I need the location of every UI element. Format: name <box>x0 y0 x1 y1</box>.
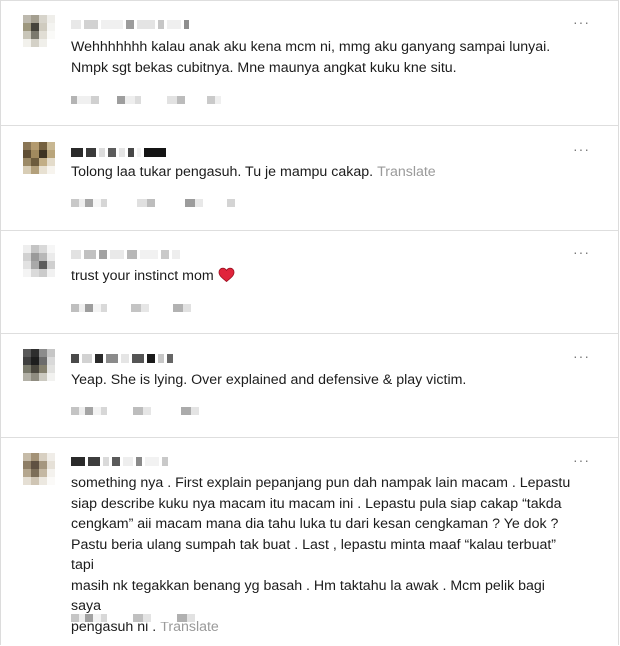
comment-item: ··· Wehhhhhhh kalau anak aku kena mcm ni… <box>1 0 618 126</box>
author-name[interactable] <box>71 247 180 261</box>
author-name[interactable] <box>71 351 173 365</box>
comment-actions[interactable] <box>71 611 195 625</box>
avatar[interactable] <box>23 453 55 485</box>
comment-text: Yeap. She is lying. Over explained and d… <box>71 370 578 391</box>
comment-item: ··· Yeap. She is lying. Over explained a… <box>1 334 618 438</box>
avatar[interactable] <box>23 142 55 174</box>
avatar[interactable] <box>23 245 55 277</box>
comment-actions[interactable] <box>71 93 221 107</box>
comment-text: Wehhhhhhh kalau anak aku kena mcm ni, mm… <box>71 37 578 78</box>
more-options-button[interactable]: ··· <box>573 142 590 156</box>
more-options-button[interactable]: ··· <box>573 349 590 363</box>
author-name[interactable] <box>71 17 189 31</box>
comment-item: ··· Tolong laa tukar pengasuh. Tu je mam… <box>1 126 618 231</box>
comment-body: Wehhhhhhh kalau anak aku kena mcm ni, mm… <box>71 39 551 76</box>
more-options-button[interactable]: ··· <box>573 15 590 29</box>
comment-text: Tolong laa tukar pengasuh. Tu je mampu c… <box>71 162 578 183</box>
avatar[interactable] <box>23 15 55 47</box>
heart-icon <box>218 267 235 283</box>
comment-actions[interactable] <box>71 404 199 418</box>
comment-item: ··· trust your instinct mom <box>1 231 618 334</box>
more-options-button[interactable]: ··· <box>573 245 590 259</box>
comment-text: trust your instinct mom <box>71 266 578 287</box>
author-name[interactable] <box>71 145 166 159</box>
comment-item: ··· something nya . First explain pepanj… <box>1 438 618 645</box>
comment-body: trust your instinct mom <box>71 268 214 284</box>
comment-feed: ··· Wehhhhhhh kalau anak aku kena mcm ni… <box>0 0 619 645</box>
more-options-button[interactable]: ··· <box>573 453 590 467</box>
comment-actions[interactable] <box>71 196 235 210</box>
comment-actions[interactable] <box>71 301 191 315</box>
comment-body: Tolong laa tukar pengasuh. Tu je mampu c… <box>71 164 374 180</box>
translate-link[interactable]: Translate <box>377 164 436 180</box>
comment-body: Yeap. She is lying. Over explained and d… <box>71 372 467 388</box>
avatar[interactable] <box>23 349 55 381</box>
author-name[interactable] <box>71 454 168 468</box>
